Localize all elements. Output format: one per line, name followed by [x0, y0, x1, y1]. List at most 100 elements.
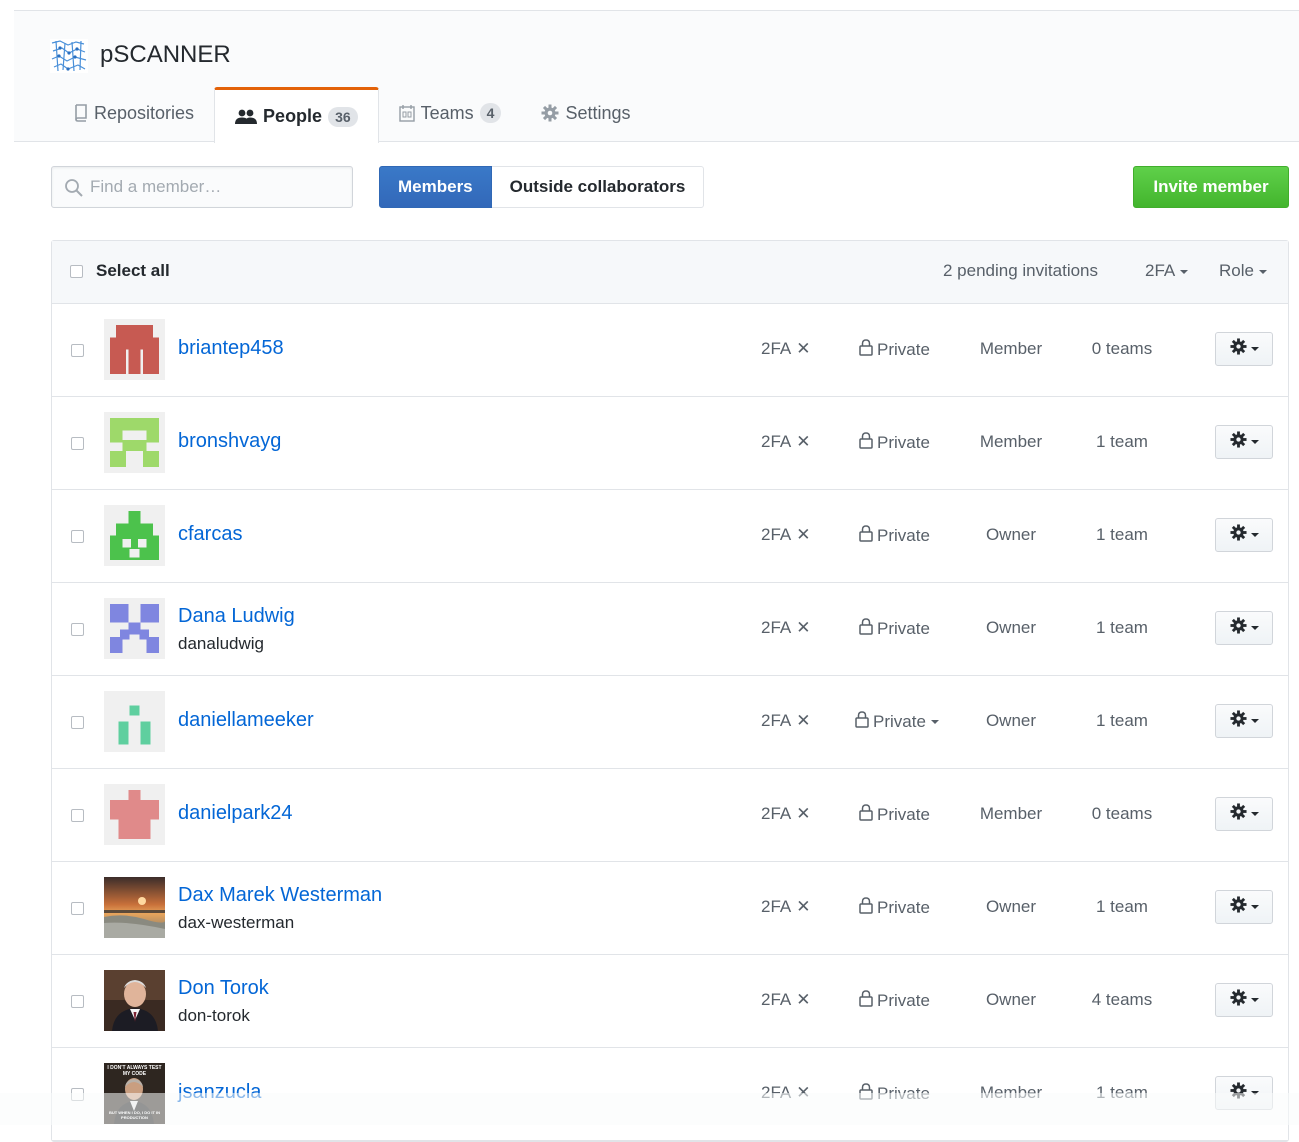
table-row: Dana Ludwig danaludwig 2FA ✕ Private Owne… — [52, 583, 1288, 676]
member-name[interactable]: Dax Marek Westerman — [178, 884, 382, 907]
role-filter[interactable]: Role — [1219, 261, 1267, 281]
chevron-down-icon — [1250, 998, 1259, 1002]
tab-repositories[interactable]: Repositories — [54, 87, 214, 139]
chevron-down-icon — [1250, 719, 1259, 723]
avatar[interactable] — [104, 691, 165, 752]
members-button[interactable]: Members — [379, 166, 492, 208]
member-teams[interactable]: 0 teams — [1072, 804, 1172, 824]
tfa-label: 2FA — [761, 339, 792, 358]
lock-icon — [859, 618, 873, 640]
org-header: pSCANNER Repositories People 36 Teams 4 — [14, 11, 1299, 143]
tfa-status: 2FA✕ — [761, 897, 811, 917]
member-role: Owner — [985, 618, 1037, 637]
member-teams[interactable]: 1 team — [1072, 525, 1172, 545]
row-checkbox[interactable] — [71, 344, 84, 357]
search-icon — [64, 178, 84, 203]
avatar[interactable] — [104, 598, 165, 659]
pending-invitations-link[interactable]: 2 pending invitations — [943, 261, 1098, 281]
member-role: Owner — [985, 897, 1037, 916]
org-logo[interactable] — [50, 39, 88, 73]
row-checkbox[interactable] — [71, 902, 84, 915]
tab-settings-label: Settings — [565, 102, 631, 123]
member-name[interactable]: Dana Ludwig — [178, 605, 295, 628]
member-settings-button[interactable] — [1215, 890, 1273, 924]
gear-icon — [1229, 989, 1247, 1011]
table-header: Select all 2 pending invitations 2FA Rol… — [52, 241, 1288, 304]
member-settings-button[interactable] — [1215, 332, 1273, 366]
chevron-down-icon — [1250, 812, 1259, 816]
row-checkbox[interactable] — [71, 530, 84, 543]
invite-member-button[interactable]: Invite member — [1133, 166, 1289, 208]
row-checkbox[interactable] — [71, 995, 84, 1008]
org-tabs: Repositories People 36 Teams 4 Settings — [54, 87, 651, 143]
avatar[interactable] — [104, 412, 165, 473]
chevron-down-icon — [930, 720, 939, 724]
tfa-label: 2FA — [761, 711, 792, 730]
gear-icon — [1229, 431, 1247, 453]
table-row: Dax Marek Westerman dax-westerman 2FA ✕ P… — [52, 862, 1288, 955]
member-name[interactable]: cfarcas — [178, 523, 242, 546]
table-row: bronshvayg 2FA ✕ Private Member 1 team — [52, 397, 1288, 490]
chevron-down-icon — [1250, 905, 1259, 909]
x-icon: ✕ — [796, 339, 811, 358]
visibility-label: Private — [877, 991, 930, 1010]
member-teams[interactable]: 1 team — [1072, 897, 1172, 917]
member-settings-button[interactable] — [1215, 425, 1273, 459]
org-name[interactable]: pSCANNER — [100, 41, 231, 69]
member-teams[interactable]: 1 team — [1072, 432, 1172, 452]
row-checkbox[interactable] — [71, 809, 84, 822]
avatar[interactable] — [104, 505, 165, 566]
viewport-bottom-edge — [0, 1093, 1299, 1125]
member-name[interactable]: briantep458 — [178, 337, 284, 360]
gear-icon — [541, 104, 559, 122]
select-all-checkbox[interactable] — [70, 265, 83, 278]
tfa-status: 2FA✕ — [761, 804, 811, 824]
chevron-down-icon — [1250, 440, 1259, 444]
member-teams[interactable]: 1 team — [1072, 711, 1172, 731]
tab-settings[interactable]: Settings — [521, 87, 650, 139]
member-type-toggle: Members Outside collaborators — [379, 166, 705, 208]
tfa-label: 2FA — [761, 432, 792, 451]
member-settings-button[interactable] — [1215, 704, 1273, 738]
member-settings-button[interactable] — [1215, 797, 1273, 831]
row-checkbox[interactable] — [71, 623, 84, 636]
visibility-dropdown[interactable]: Private — [855, 711, 939, 733]
member-settings-button[interactable] — [1215, 611, 1273, 645]
row-checkbox[interactable] — [71, 716, 84, 729]
tab-teams-label: Teams — [420, 102, 474, 123]
visibility-status: Private — [859, 525, 930, 547]
outside-collaborators-button[interactable]: Outside collaborators — [491, 166, 705, 208]
people-counter: 36 — [328, 106, 358, 127]
role-filter-label: Role — [1219, 261, 1254, 280]
member-settings-button[interactable] — [1215, 983, 1273, 1017]
member-name[interactable]: bronshvayg — [178, 430, 281, 453]
avatar[interactable] — [104, 970, 165, 1031]
member-search-input[interactable] — [90, 167, 345, 207]
tfa-label: 2FA — [761, 804, 792, 823]
member-teams[interactable]: 4 teams — [1072, 990, 1172, 1010]
tab-people-label: People — [263, 106, 323, 126]
avatar[interactable] — [104, 784, 165, 845]
tab-teams[interactable]: Teams 4 — [379, 87, 522, 139]
x-icon: ✕ — [796, 618, 811, 637]
row-checkbox[interactable] — [71, 437, 84, 450]
member-settings-button[interactable] — [1215, 518, 1273, 552]
members-table: Select all 2 pending invitations 2FA Rol… — [51, 240, 1289, 1142]
avatar[interactable] — [104, 877, 165, 938]
tfa-filter[interactable]: 2FA — [1145, 261, 1189, 281]
member-name[interactable]: daniellameeker — [178, 709, 314, 732]
x-icon: ✕ — [796, 990, 811, 1009]
gear-icon — [1229, 710, 1247, 732]
tfa-status: 2FA✕ — [761, 432, 811, 452]
member-teams[interactable]: 1 team — [1072, 618, 1172, 638]
avatar[interactable] — [104, 319, 165, 380]
member-name[interactable]: Don Torok — [178, 977, 269, 1000]
visibility-label: Private — [873, 712, 926, 731]
tab-people[interactable]: People 36 — [214, 87, 379, 143]
x-icon: ✕ — [796, 432, 811, 451]
chevron-down-icon — [1250, 347, 1259, 351]
member-teams[interactable]: 0 teams — [1072, 339, 1172, 359]
select-all-label[interactable]: Select all — [96, 261, 170, 281]
member-name[interactable]: danielpark24 — [178, 802, 293, 825]
visibility-status: Private — [859, 432, 930, 454]
